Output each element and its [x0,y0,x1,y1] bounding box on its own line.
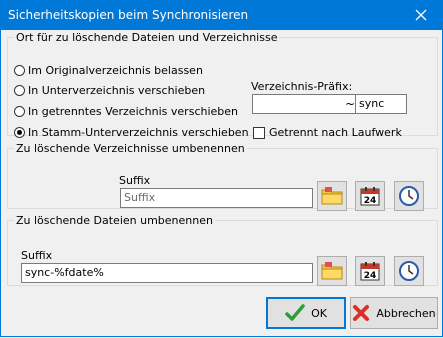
files-suffix-input[interactable]: sync-%fdate% [21,263,313,283]
dirs-date-button[interactable]: 24 [355,181,385,211]
dirs-time-button[interactable] [394,181,424,211]
rename-dirs-legend: Zu löschende Verzeichnisse umbenennen [16,142,245,155]
radio-label: In Stamm-Unterverzeichnis verschieben [28,126,249,139]
location-group: Ort für zu löschende Dateien und Verzeic… [7,31,438,139]
close-button[interactable] [399,0,443,30]
radio-circle-checked [14,127,25,138]
ok-button[interactable]: OK [266,297,346,329]
files-suffix-label: Suffix [21,249,53,262]
checkbox-label: Getrennt nach Laufwerk [269,126,402,139]
separate-drive-checkbox[interactable]: Getrennt nach Laufwerk [253,126,402,139]
folder-icon [321,262,343,280]
rename-files-legend: Zu löschende Dateien umbenennen [16,214,213,227]
cancel-button[interactable]: Abbrechen [350,297,438,329]
radio-circle [14,65,25,76]
clock-icon [399,186,419,206]
dirs-suffix-label: Suffix [119,174,151,187]
radio-label: Im Originalverzeichnis belassen [28,64,203,77]
checkbox-box [253,126,265,139]
radio-circle [14,85,25,96]
calendar-day-text: 24 [364,196,377,206]
prefix-separator: ~ [345,97,356,111]
close-icon [415,9,427,21]
radio-label: In getrenntes Verzeichnis verschieben [28,105,239,118]
cross-icon [353,305,370,321]
radio-circle [14,106,25,117]
calendar-day-text: 24 [364,271,377,281]
files-time-button[interactable] [394,256,424,286]
cancel-label: Abbrechen [376,306,436,320]
radio-move-subdir[interactable]: In Unterverzeichnis verschieben [14,84,205,97]
folder-icon [321,187,343,205]
prefix-label: Verzeichnis-Präfix: [251,80,353,93]
dirs-folder-button[interactable] [317,181,347,211]
calendar-icon: 24 [360,262,380,281]
location-group-legend: Ort für zu löschende Dateien und Verzeic… [16,31,278,44]
ok-label: OK [311,306,327,320]
radio-move-root-subdir[interactable]: In Stamm-Unterverzeichnis verschieben [14,126,249,139]
radio-move-separate-dir[interactable]: In getrenntes Verzeichnis verschieben [14,105,238,118]
radio-label: In Unterverzeichnis verschieben [28,84,206,97]
dirs-suffix-placeholder: Suffix [124,191,156,204]
title-bar: Sicherheitskopien beim Synchronisieren [0,0,443,30]
radio-keep-original[interactable]: Im Originalverzeichnis belassen [14,64,203,77]
files-folder-button[interactable] [317,256,347,286]
dirs-suffix-input[interactable]: Suffix [120,188,313,208]
clock-icon [399,261,419,281]
calendar-icon: 24 [360,187,380,206]
rename-files-group: Zu löschende Dateien umbenennen Suffix s… [7,214,438,286]
window-title: Sicherheitskopien beim Synchronisieren [8,8,249,22]
checkmark-icon [285,304,305,321]
rename-dirs-group: Zu löschende Verzeichnisse umbenennen Su… [7,142,438,211]
prefix-suffix-input[interactable]: sync [355,94,407,114]
files-date-button[interactable]: 24 [355,256,385,286]
